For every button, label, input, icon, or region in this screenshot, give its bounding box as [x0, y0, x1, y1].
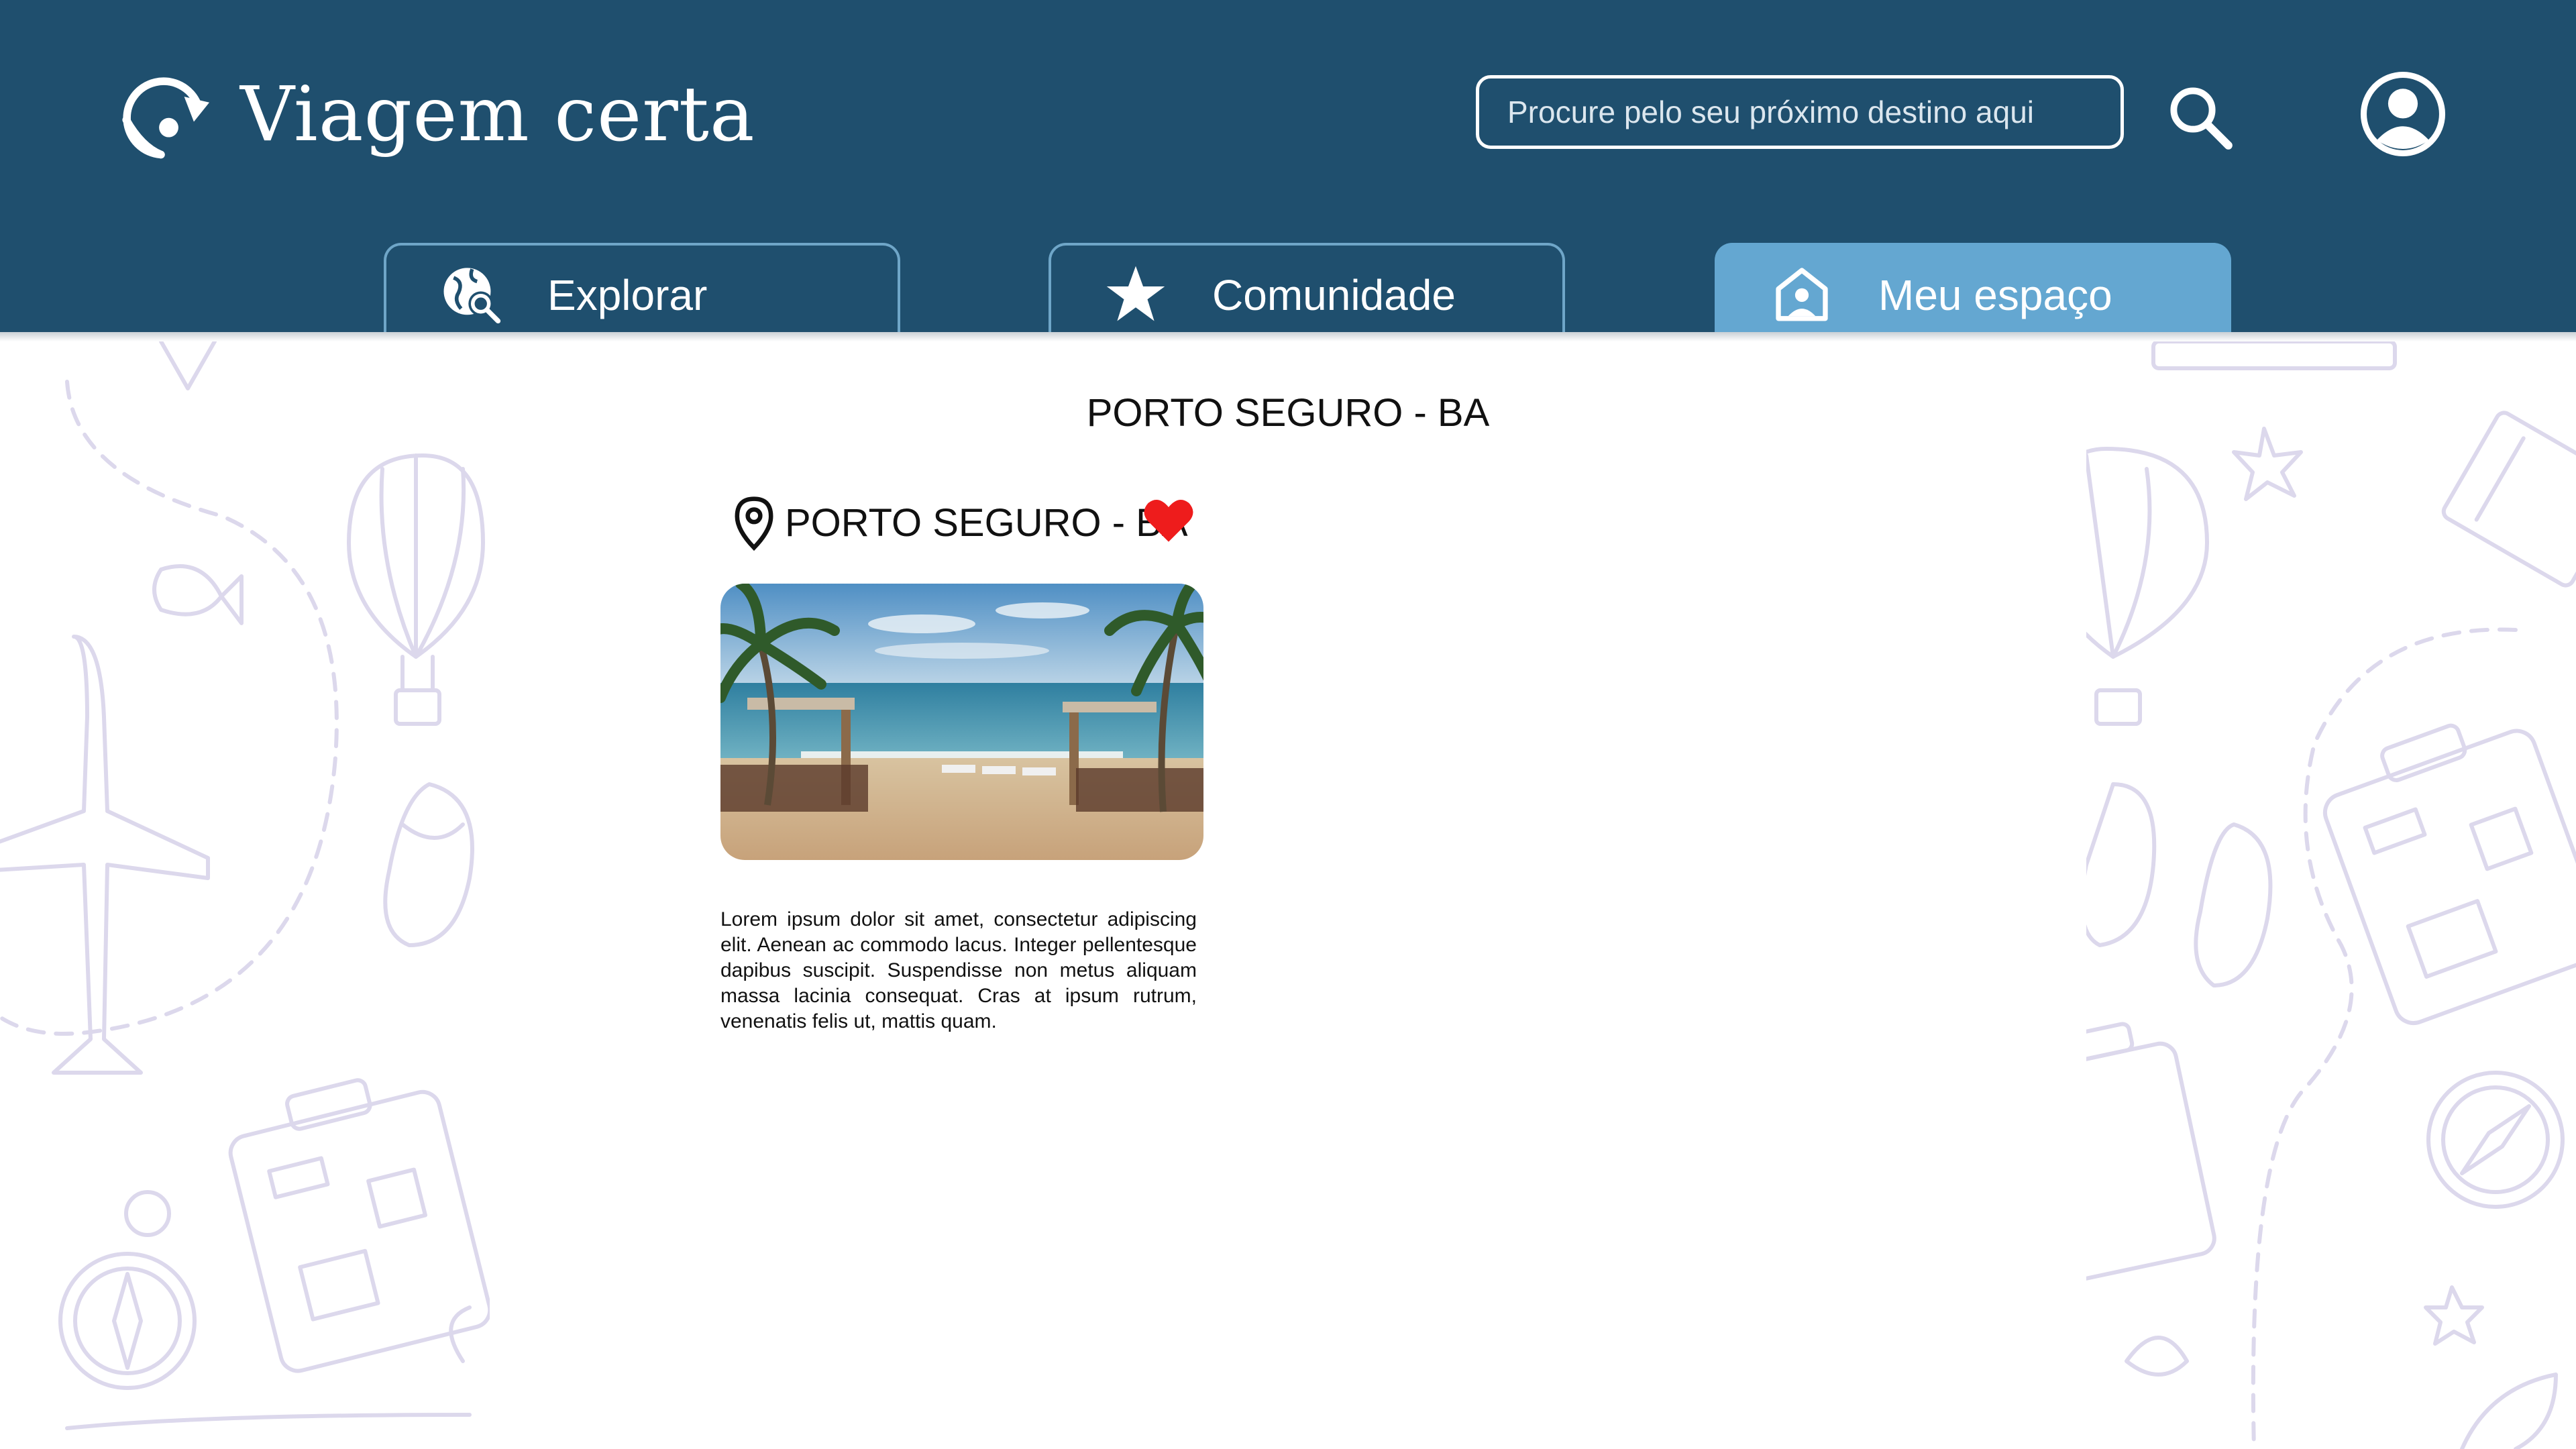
search-input[interactable] [1476, 75, 2124, 149]
destination-card[interactable]: PORTO SEGURO - BA Lorem ipsum dolor sit … [719, 490, 1209, 1046]
suitcase-doodle-2 [2086, 1022, 2216, 1283]
flip-flop-doodle [2086, 782, 2273, 987]
app-title: Viagem certa [240, 71, 755, 158]
hot-air-balloon-doodle [2086, 447, 2209, 726]
shell-doodle [2125, 1336, 2189, 1377]
compass-doodle [58, 1190, 197, 1390]
tab-meu-espaco-label: Meu espaço [1878, 271, 2112, 319]
card-title: PORTO SEGURO - BA [785, 501, 1188, 545]
destination-photo [720, 584, 1203, 860]
card-description: Lorem ipsum dolor sit amet, consectetur … [720, 908, 1197, 1032]
app-header: Viagem certa Explorar Comunidade [0, 0, 2576, 333]
compass-doodle [2426, 1071, 2565, 1209]
globe-search-icon [443, 268, 501, 324]
hot-air-balloon-doodle [347, 453, 485, 726]
tab-comunidade-label: Comunidade [1212, 271, 1456, 319]
tab-comunidade[interactable]: Comunidade [1049, 243, 1565, 333]
heart-icon[interactable] [1143, 496, 1194, 543]
tab-meu-espaco[interactable]: Meu espaço [1715, 243, 2231, 333]
airplane-doodle [0, 635, 210, 1075]
location-refresh-icon[interactable] [113, 66, 209, 162]
card-header: PORTO SEGURO - BA [719, 490, 1209, 557]
header-divider [0, 332, 2576, 341]
page-title: PORTO SEGURO - BA [1086, 391, 1490, 435]
tab-explorar[interactable]: Explorar [384, 243, 900, 333]
star-icon [1106, 266, 1165, 321]
travel-doodle-background-left [0, 341, 490, 1449]
search-icon[interactable] [2163, 80, 2237, 154]
fish-doodle [152, 564, 244, 625]
map-pin-icon [735, 496, 773, 551]
flip-flop-doodle [383, 782, 474, 947]
tab-explorar-label: Explorar [547, 271, 708, 319]
home-user-icon [1776, 268, 1828, 321]
user-circle-icon[interactable] [2359, 70, 2447, 158]
travel-doodle-background-right [2086, 341, 2576, 1449]
